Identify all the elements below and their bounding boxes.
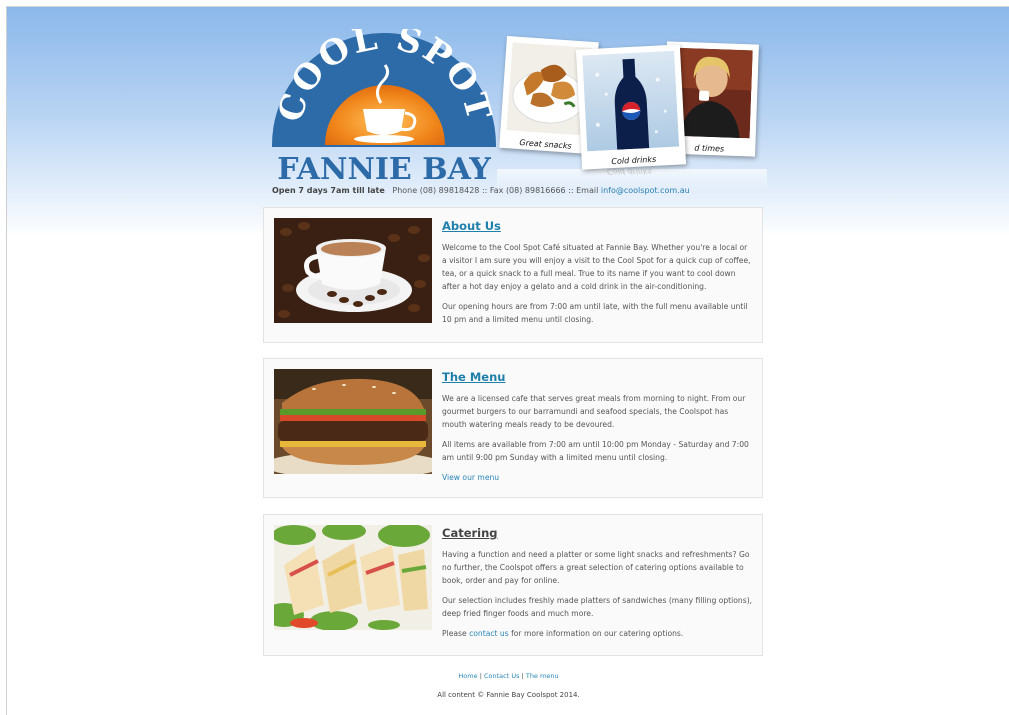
view-menu-link[interactable]: View our menu (442, 473, 499, 482)
footer-separator: | (479, 672, 482, 680)
menu-paragraph: All items are available from 7:00 am unt… (442, 440, 749, 462)
contact-line: Open 7 days 7am till late Phone (08) 898… (272, 186, 690, 195)
footer-link-contact[interactable]: Contact Us (484, 672, 520, 680)
pepsi-photo (582, 50, 680, 152)
footer-link-home[interactable]: Home (458, 672, 477, 680)
separator: :: (481, 186, 488, 195)
burger-image (274, 369, 432, 474)
sandwich-platter-image (274, 525, 432, 630)
footer-separator: | (521, 672, 524, 680)
email-link[interactable]: info@coolspot.com.au (601, 186, 690, 195)
menu-section: The Menu We are a licensed cafe that ser… (263, 358, 763, 498)
footer-nav: Home | Contact Us | The menu (7, 672, 1009, 680)
caption-great-snacks: Great snacks (519, 138, 572, 151)
contact-prefix: Please (442, 629, 467, 638)
opening-hours: Open 7 days 7am till late (272, 186, 385, 195)
fax-number: Fax (08) 89816666 (489, 186, 566, 195)
about-paragraph: Welcome to the Cool Spot Café situated a… (442, 243, 751, 291)
cool-spot-logo[interactable]: COOL SPOT FANNIE BAY (267, 29, 501, 183)
about-title: About Us (442, 219, 501, 233)
contact-us-link[interactable]: contact us (469, 629, 509, 638)
menu-title: The Menu (442, 370, 506, 384)
email-label: Email (576, 186, 599, 195)
caption-cold-drinks: Cold drinks (611, 154, 657, 167)
page: COOL SPOT FANNIE BAY Great snacks d time… (6, 6, 1009, 715)
about-section: About Us Welcome to the Cool Spot Café s… (263, 207, 763, 343)
photo-cold-drinks: Cold drinks (575, 44, 687, 170)
catering-title: Catering (442, 526, 498, 540)
menu-paragraph: We are a licensed cafe that serves great… (442, 394, 746, 429)
coffee-image (274, 218, 432, 323)
menu-link-line: View our menu (442, 471, 754, 484)
copyright: All content © Fannie Bay Coolspot 2014. (437, 691, 580, 699)
reflection-text: Cold drinks (607, 167, 652, 176)
contact-suffix: for more information on our catering opt… (511, 629, 684, 638)
about-paragraph: Our opening hours are from 7:00 am until… (442, 302, 748, 324)
photo-collage: Great snacks d times Cold drinks Cold dr… (497, 33, 767, 193)
logo-bottom-text: FANNIE BAY (277, 152, 491, 183)
separator: :: (568, 186, 574, 195)
footer-link-menu[interactable]: The menu (526, 672, 559, 680)
phone-number: Phone (08) 89818428 (392, 186, 480, 195)
catering-section: Catering Having a function and need a pl… (263, 514, 763, 656)
catering-paragraph: Our selection includes freshly made plat… (442, 596, 753, 618)
catering-paragraph: Having a function and need a platter or … (442, 550, 750, 585)
catering-contact-line: Please contact us for more information o… (442, 627, 754, 640)
